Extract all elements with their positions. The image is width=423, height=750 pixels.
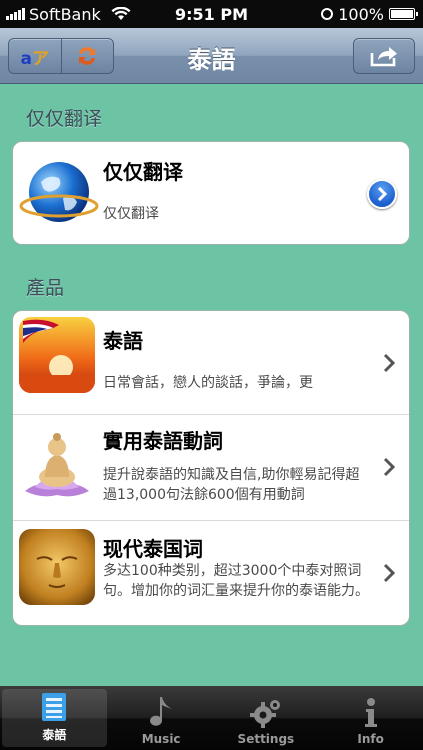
tab-bar: 泰語 Music Settings Info <box>0 686 423 750</box>
globe-icon <box>19 154 99 234</box>
buddha-face-icon <box>19 529 95 605</box>
chevron-right-icon <box>383 457 395 477</box>
row-subtitle: 仅仅翻译 <box>103 206 159 222</box>
tab-label: Music <box>141 732 181 746</box>
carrier-name: SoftBank <box>29 4 101 24</box>
translate-group: 仅仅翻译 仅仅翻译 <box>12 141 410 245</box>
battery-fill <box>391 10 413 18</box>
section-header-translate: 仅仅翻译 <box>26 108 103 130</box>
music-note-icon <box>150 697 173 726</box>
row-subtitle: 多达100种类别，超过3000个中泰对照词句。增加你的词汇量来提升你的泰语能力。 <box>103 563 369 599</box>
navigation-bar: aア 泰語 <box>0 28 423 84</box>
row-subtitle: 日常會話，戀人的談話，爭論，更 <box>103 375 313 391</box>
gear-icon <box>249 700 280 728</box>
tab-music[interactable]: Music <box>109 686 214 750</box>
battery-percent: 100% <box>338 4 384 24</box>
buddha-icon <box>19 429 95 505</box>
tab-info[interactable]: Info <box>318 686 423 750</box>
row-title: 现代泰国词 <box>103 537 203 561</box>
section-header-products: 產品 <box>26 277 65 299</box>
row-subtitle: 提升說泰語的知識及自信,助你輕易記得超過13,000句法餘600個有用動詞 <box>103 467 360 503</box>
list-item-modern-thai-words[interactable]: 现代泰国词 多达100种类别，超过3000个中泰对照词句。增加你的词汇量来提升你… <box>13 521 409 625</box>
list-item-translate[interactable]: 仅仅翻译 仅仅翻译 <box>13 142 409 244</box>
wifi-icon <box>111 7 131 20</box>
tab-label: 泰語 <box>42 728 67 742</box>
thailand-flag-sunset-icon <box>19 317 95 393</box>
status-left: SoftBank <box>6 0 131 28</box>
chevron-right-icon <box>383 353 395 373</box>
list-icon <box>42 693 67 721</box>
row-title: 實用泰語動詞 <box>103 429 223 453</box>
signal-strength-icon <box>6 8 25 20</box>
list-item-thai[interactable]: 泰語 日常會話，戀人的談話，爭論，更 <box>13 311 409 415</box>
info-icon <box>364 698 377 727</box>
chevron-right-icon <box>377 187 388 201</box>
row-title: 仅仅翻译 <box>103 160 183 184</box>
status-right: 100% <box>321 0 418 28</box>
detail-disclosure-button[interactable] <box>367 179 397 209</box>
tab-settings[interactable]: Settings <box>214 686 319 750</box>
list-item-thai-verbs[interactable]: 實用泰語動詞 提升說泰語的知識及自信,助你輕易記得超過13,000句法餘600個… <box>13 415 409 521</box>
status-bar: SoftBank 9:51 PM 100% <box>0 0 423 28</box>
share-button[interactable] <box>353 38 415 74</box>
tab-label: Settings <box>237 732 295 746</box>
alarm-clock-icon <box>321 8 334 20</box>
tab-label: Info <box>357 732 384 746</box>
chevron-right-icon <box>383 563 395 583</box>
share-icon <box>370 47 397 67</box>
row-title: 泰語 <box>103 329 143 353</box>
products-group: 泰語 日常會話，戀人的談話，爭論，更 實用泰語動詞 提升說泰語的知識及自信,助你… <box>12 310 410 626</box>
tab-thai[interactable]: 泰語 <box>2 689 107 747</box>
battery-icon <box>389 8 418 20</box>
